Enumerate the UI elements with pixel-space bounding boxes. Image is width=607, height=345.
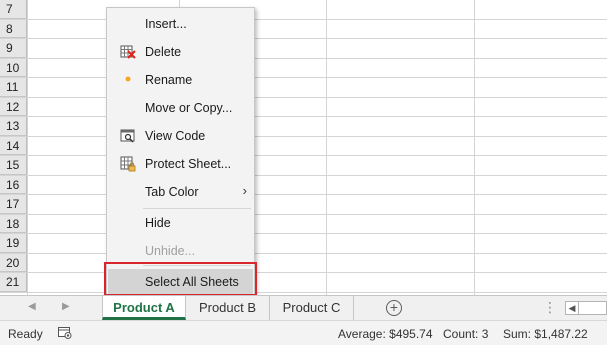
row-header[interactable]: 20	[0, 253, 27, 272]
row-header[interactable]: 21	[0, 273, 27, 292]
row-header[interactable]: 12	[0, 97, 27, 116]
row-header[interactable]: 10	[0, 58, 27, 77]
grid-row[interactable]: 10	[0, 58, 607, 78]
grid-row[interactable]: 18	[0, 214, 607, 234]
status-count: Count: 3	[443, 327, 489, 341]
menu-item-label: Hide	[145, 216, 171, 230]
prev-sheet-icon[interactable]: ◀	[28, 301, 36, 312]
status-ready: Ready	[8, 327, 43, 341]
grid-row[interactable]: 8	[0, 19, 607, 39]
delete-sheet-icon	[120, 44, 136, 60]
worksheet-grid[interactable]: 7 8 9 10 11 12 13 14 15 16 17 18 19 20 2…	[0, 0, 607, 295]
menu-item-label: Unhide...	[145, 244, 196, 258]
menu-item-protect-sheet[interactable]: Protect Sheet...	[108, 151, 253, 177]
grid-row[interactable]: 17	[0, 195, 607, 215]
grid-row[interactable]: 15	[0, 156, 607, 176]
menu-item-move-or-copy[interactable]: Move or Copy...	[108, 95, 253, 121]
sheet-tab-context-menu: Insert... Delete Rename Move or Copy...	[106, 7, 255, 297]
menu-item-label: Insert...	[145, 17, 187, 31]
row-header[interactable]: 16	[0, 175, 27, 194]
menu-item-insert[interactable]: Insert...	[108, 11, 253, 37]
menu-item-label: Rename	[145, 73, 193, 87]
menu-item-label: Move or Copy...	[145, 101, 233, 115]
grid-row[interactable]: 21	[0, 273, 607, 293]
more-options-icon[interactable]: ⋮	[543, 299, 557, 316]
menu-item-label: View Code	[145, 129, 206, 143]
status-sum: Sum: $1,487.22	[503, 327, 588, 341]
row-header[interactable]: 17	[0, 195, 27, 214]
row-header[interactable]: 7	[0, 0, 27, 19]
menu-item-rename[interactable]: Rename	[108, 67, 253, 93]
add-sheet-icon[interactable]: +	[386, 300, 402, 316]
row-header[interactable]: 15	[0, 156, 27, 175]
view-code-icon	[120, 128, 136, 144]
grid-row[interactable]: 13	[0, 117, 607, 137]
menu-item-hide[interactable]: Hide	[108, 210, 253, 236]
menu-item-delete[interactable]: Delete	[108, 39, 253, 65]
sheet-tab-product-c[interactable]: Product C	[270, 296, 354, 320]
sheet-tab-product-a[interactable]: Product A	[102, 296, 186, 320]
grid-row[interactable]: 19	[0, 234, 607, 254]
menu-item-label: Protect Sheet...	[145, 157, 232, 171]
row-header[interactable]: 14	[0, 136, 27, 155]
dot-icon	[120, 72, 136, 88]
row-header[interactable]: 9	[0, 39, 27, 58]
sheet-tab-bar: ◀ ▶ Product A Product B Product C + ⋮ ◀	[0, 295, 607, 320]
protect-sheet-icon	[120, 156, 136, 172]
grid-row[interactable]: 16	[0, 175, 607, 195]
menu-item-tab-color[interactable]: Tab Color ›	[108, 179, 253, 205]
grid-row[interactable]: 14	[0, 136, 607, 156]
chevron-right-icon: ›	[242, 183, 247, 198]
row-header[interactable]: 19	[0, 234, 27, 253]
menu-separator	[143, 208, 251, 209]
row-header[interactable]: 18	[0, 214, 27, 233]
grid-row[interactable]: 9	[0, 39, 607, 59]
row-header[interactable]: 8	[0, 19, 27, 38]
next-sheet-icon[interactable]: ▶	[62, 301, 70, 312]
grid-row[interactable]: 20	[0, 253, 607, 273]
menu-item-view-code[interactable]: View Code	[108, 123, 253, 149]
annotation-highlight-box	[104, 262, 257, 296]
menu-item-unhide: Unhide...	[108, 238, 253, 264]
menu-item-label: Delete	[145, 45, 182, 59]
row-header[interactable]: 13	[0, 117, 27, 136]
scroll-left-icon[interactable]: ◀	[565, 301, 579, 315]
grid-row[interactable]: 12	[0, 97, 607, 117]
macro-recording-icon[interactable]	[58, 327, 72, 339]
sheet-tab-product-b[interactable]: Product B	[186, 296, 270, 320]
grid-row[interactable]: 11	[0, 78, 607, 98]
grid-row[interactable]: 7	[0, 0, 607, 20]
status-average: Average: $495.74	[338, 327, 433, 341]
horizontal-scrollbar[interactable]	[579, 301, 607, 315]
menu-item-label: Tab Color	[145, 185, 199, 199]
row-header[interactable]: 11	[0, 78, 27, 97]
status-bar: Ready Average: $495.74 Count: 3 Sum: $1,…	[0, 320, 607, 345]
